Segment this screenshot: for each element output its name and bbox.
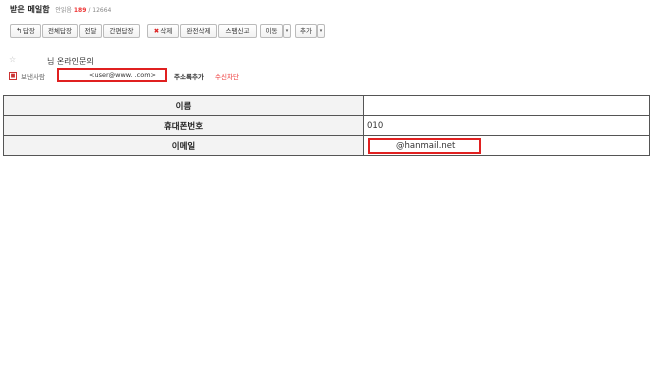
- count-separator: /: [88, 7, 91, 14]
- more-dropdown-icon[interactable]: ▾: [317, 24, 325, 38]
- unread-label: 안읽음: [55, 7, 72, 14]
- field-value-phone: 010: [363, 115, 650, 136]
- move-button[interactable]: 이동: [260, 24, 283, 38]
- spam-report-button[interactable]: 스팸신고: [218, 24, 257, 38]
- star-outline-icon[interactable]: ☆: [9, 55, 16, 64]
- sender-label: 보낸사람: [21, 73, 45, 81]
- field-label-phone: 휴대폰번호: [3, 115, 364, 136]
- add-contact-link[interactable]: 주소록추가: [174, 71, 204, 81]
- field-value-name: [363, 95, 650, 116]
- inquiry-table: 이름 휴대폰번호 010 이메일 @hanmail.net: [3, 95, 650, 156]
- sender-address[interactable]: <user@www. .com>: [57, 68, 167, 82]
- total-count: 12664: [92, 7, 112, 14]
- reply-button[interactable]: ↰답장: [10, 24, 41, 38]
- sender-checkbox-icon[interactable]: ■: [9, 72, 17, 80]
- field-label-email: 이메일: [3, 135, 364, 156]
- reply-all-button[interactable]: 전체답장: [42, 24, 78, 38]
- permanent-delete-button[interactable]: 완전삭제: [180, 24, 217, 38]
- mail-counter: 안읽음 189 / 12664: [55, 7, 111, 14]
- forward-button[interactable]: 전달: [79, 24, 102, 38]
- mail-subject: 님 온라인문의: [47, 57, 94, 66]
- x-icon: ✖: [153, 27, 160, 35]
- delete-button-label: 삭제: [160, 27, 173, 35]
- table-row: 이름: [3, 95, 650, 116]
- quick-reply-button[interactable]: 간편답장: [103, 24, 140, 38]
- delete-button[interactable]: ✖삭제: [147, 24, 179, 38]
- table-row: 이메일 @hanmail.net: [3, 135, 650, 156]
- more-button[interactable]: 추가: [295, 24, 317, 38]
- move-dropdown-icon[interactable]: ▾: [283, 24, 291, 38]
- field-label-name: 이름: [3, 95, 364, 116]
- table-row: 휴대폰번호 010: [3, 115, 650, 136]
- reply-arrow-icon: ↰: [16, 27, 22, 35]
- mailbox-name: 받은 메일함: [10, 5, 50, 14]
- unread-count[interactable]: 189: [74, 7, 87, 14]
- field-value-email[interactable]: @hanmail.net: [368, 137, 481, 154]
- mailbox-title: 받은 메일함 안읽음 189 / 12664: [10, 4, 111, 15]
- field-value-email-cell: @hanmail.net: [363, 135, 650, 156]
- block-sender-link[interactable]: 수신차단: [215, 71, 239, 81]
- reply-button-label: 답장: [22, 27, 35, 35]
